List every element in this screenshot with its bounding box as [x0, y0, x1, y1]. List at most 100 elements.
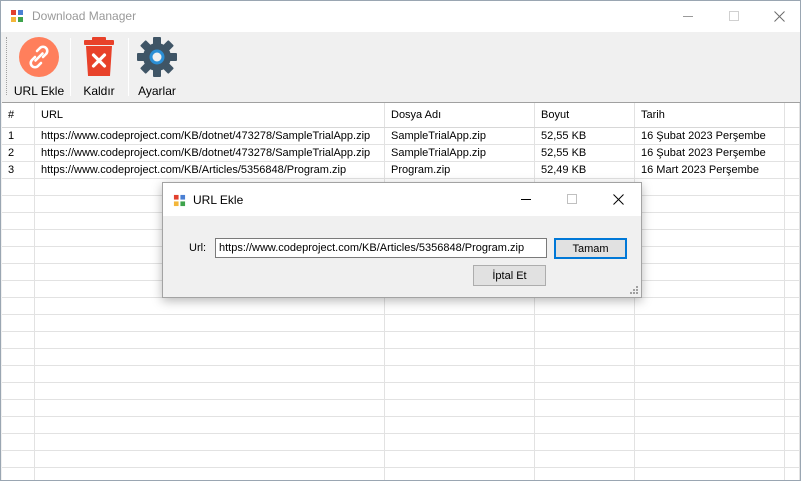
empty-cell	[535, 383, 635, 399]
empty-row	[2, 417, 800, 434]
resize-grip-icon[interactable]	[629, 285, 638, 294]
empty-cell	[2, 315, 35, 331]
empty-cell	[635, 434, 785, 450]
cell-filler	[785, 128, 800, 144]
toolbar-separator	[128, 38, 129, 96]
empty-cell	[785, 434, 800, 450]
empty-cell	[2, 298, 35, 314]
column-header-size[interactable]: Boyut	[535, 103, 635, 127]
link-icon	[17, 36, 61, 78]
empty-row	[2, 400, 800, 417]
add-url-label: URL Ekle	[13, 84, 65, 98]
empty-row	[2, 349, 800, 366]
cell-date: 16 Şubat 2023 Perşembe	[635, 128, 785, 144]
remove-label: Kaldır	[83, 84, 115, 98]
toolbar: URL Ekle Kaldır Ayarlar	[1, 32, 800, 101]
column-header-date[interactable]: Tarih	[635, 103, 785, 127]
empty-cell	[785, 247, 800, 263]
settings-button[interactable]: Ayarlar	[135, 36, 179, 98]
empty-cell	[635, 315, 785, 331]
minimize-button[interactable]	[665, 1, 711, 32]
empty-cell	[2, 332, 35, 348]
empty-cell	[385, 315, 535, 331]
empty-cell	[785, 332, 800, 348]
delete-icon	[77, 36, 121, 78]
empty-cell	[35, 434, 385, 450]
maximize-button[interactable]	[711, 1, 757, 32]
cell-date: 16 Şubat 2023 Perşembe	[635, 145, 785, 161]
empty-row	[2, 298, 800, 315]
dialog-title-bar[interactable]: URL Ekle	[163, 183, 641, 216]
empty-row	[2, 332, 800, 349]
empty-cell	[385, 451, 535, 467]
empty-cell	[535, 417, 635, 433]
empty-cell	[35, 451, 385, 467]
cancel-button[interactable]: İptal Et	[473, 265, 546, 286]
add-url-dialog: URL Ekle Url: Tamam İptal Et	[162, 182, 642, 298]
cell-size: 52,55 KB	[535, 145, 635, 161]
empty-cell	[2, 383, 35, 399]
empty-cell	[2, 196, 35, 212]
settings-label: Ayarlar	[138, 84, 176, 98]
empty-cell	[35, 383, 385, 399]
cell-filler	[785, 145, 800, 161]
dialog-minimize-button[interactable]	[503, 183, 549, 216]
cell-index: 3	[2, 162, 35, 178]
empty-cell	[635, 349, 785, 365]
cell-url: https://www.codeproject.com/KB/dotnet/47…	[35, 128, 385, 144]
minimize-icon	[520, 199, 531, 200]
empty-cell	[2, 213, 35, 229]
remove-button[interactable]: Kaldır	[77, 36, 121, 98]
empty-cell	[635, 417, 785, 433]
empty-cell	[635, 179, 785, 195]
empty-cell	[535, 468, 635, 480]
url-input[interactable]	[215, 238, 547, 258]
empty-cell	[2, 179, 35, 195]
ok-button[interactable]: Tamam	[554, 238, 627, 259]
empty-cell	[785, 417, 800, 433]
dialog-close-button[interactable]	[595, 183, 641, 216]
empty-cell	[385, 400, 535, 416]
main-window: Download Manager URL Ekle Kaldır Ayarlar…	[0, 0, 801, 481]
window-title: Download Manager	[32, 9, 137, 23]
empty-cell	[635, 298, 785, 314]
cell-filler	[785, 162, 800, 178]
column-header-filename[interactable]: Dosya Adı	[385, 103, 535, 127]
table-row[interactable]: 2 https://www.codeproject.com/KB/dotnet/…	[2, 145, 800, 162]
column-header-index[interactable]: #	[2, 103, 35, 127]
minimize-icon	[682, 16, 693, 17]
empty-cell	[785, 451, 800, 467]
empty-cell	[2, 468, 35, 480]
title-bar[interactable]: Download Manager	[1, 1, 800, 32]
empty-cell	[535, 332, 635, 348]
empty-cell	[635, 196, 785, 212]
table-row[interactable]: 3 https://www.codeproject.com/KB/Article…	[2, 162, 800, 179]
app-icon	[10, 9, 24, 23]
empty-cell	[35, 349, 385, 365]
cell-url: https://www.codeproject.com/KB/dotnet/47…	[35, 145, 385, 161]
dialog-title: URL Ekle	[193, 193, 244, 207]
cell-filename: SampleTrialApp.zip	[385, 128, 535, 144]
add-url-button[interactable]: URL Ekle	[13, 36, 65, 98]
empty-cell	[2, 417, 35, 433]
empty-cell	[385, 298, 535, 314]
empty-cell	[635, 332, 785, 348]
empty-cell	[785, 196, 800, 212]
empty-cell	[35, 400, 385, 416]
empty-cell	[785, 179, 800, 195]
column-header-filler	[785, 103, 800, 127]
empty-cell	[785, 468, 800, 480]
empty-row	[2, 383, 800, 400]
empty-cell	[635, 400, 785, 416]
empty-cell	[535, 400, 635, 416]
close-button[interactable]	[756, 1, 801, 32]
dialog-maximize-button[interactable]	[549, 183, 595, 216]
toolbar-grip[interactable]	[6, 37, 9, 95]
empty-row	[2, 434, 800, 451]
column-header-url[interactable]: URL	[35, 103, 385, 127]
empty-cell	[385, 366, 535, 382]
table-row[interactable]: 1 https://www.codeproject.com/KB/dotnet/…	[2, 128, 800, 145]
empty-cell	[635, 213, 785, 229]
empty-cell	[35, 315, 385, 331]
empty-cell	[785, 349, 800, 365]
